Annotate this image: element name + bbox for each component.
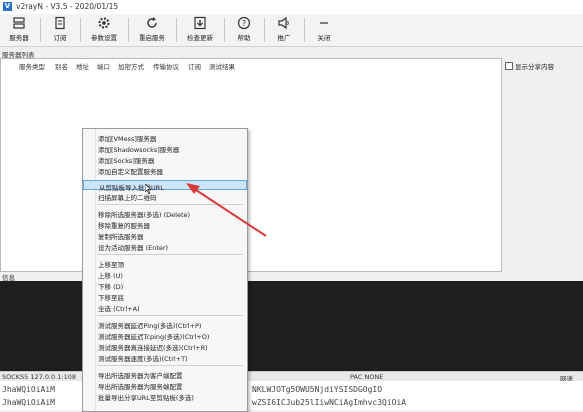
- annotation-arrow-line: [195, 189, 267, 237]
- annotation-arrow-icon: [186, 183, 267, 237]
